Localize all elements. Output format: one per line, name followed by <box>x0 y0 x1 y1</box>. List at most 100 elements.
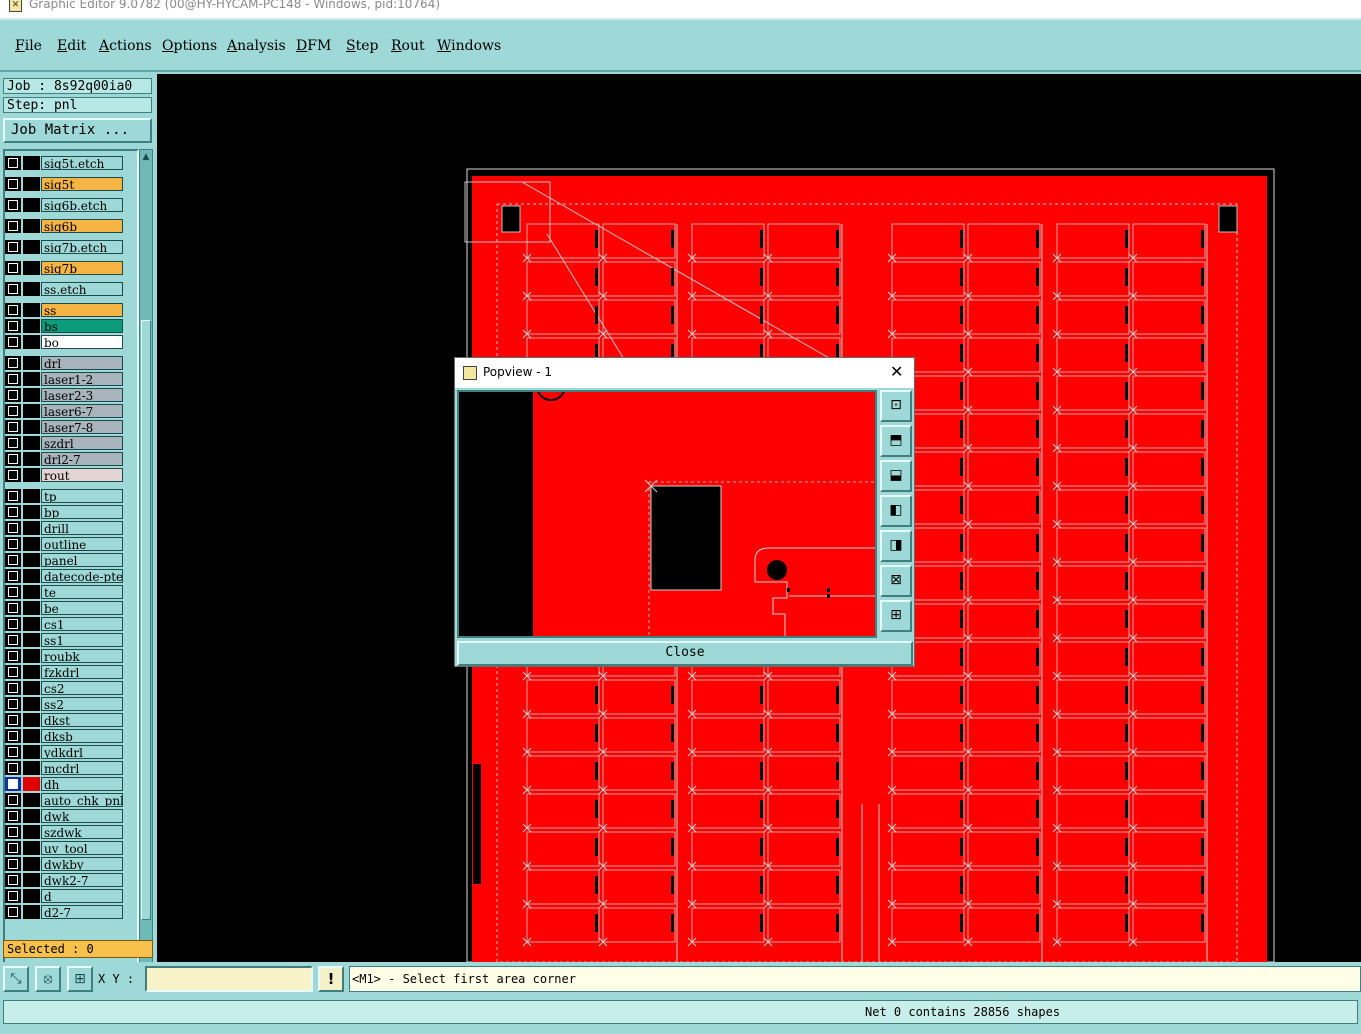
layer-checkbox[interactable] <box>5 585 21 599</box>
layer-checkbox[interactable] <box>5 617 21 631</box>
job-matrix-button[interactable]: Job Matrix ... <box>3 118 152 143</box>
layer-checkbox[interactable] <box>5 537 21 551</box>
layer-checkbox[interactable] <box>5 356 21 370</box>
layer-scrollbar[interactable]: ▲ ▼ <box>139 149 153 1000</box>
layer-name[interactable]: laser1-2 <box>41 372 123 386</box>
layer-checkbox[interactable] <box>5 404 21 418</box>
warning-button[interactable]: ! <box>318 966 344 992</box>
layer-checkbox[interactable] <box>5 420 21 434</box>
layer-name[interactable]: dkst <box>41 713 123 727</box>
menu-edit[interactable]: Edit <box>57 38 86 54</box>
menu-step[interactable]: Step <box>346 38 378 54</box>
layer-checkbox[interactable] <box>5 905 21 919</box>
layer-name[interactable]: dh <box>41 777 123 791</box>
layer-name[interactable]: dksb <box>41 729 123 743</box>
layer-checkbox[interactable] <box>5 649 21 663</box>
popview-canvas[interactable] <box>457 390 877 638</box>
pan-right-button[interactable]: ◨ <box>880 530 912 562</box>
zoom-out-button[interactable]: ⊠ <box>880 565 912 597</box>
layer-checkbox[interactable] <box>5 729 21 743</box>
layer-checkbox[interactable] <box>5 177 21 191</box>
menu-dfm[interactable]: DFM <box>296 38 331 54</box>
layer-name[interactable]: te <box>41 585 123 599</box>
layer-name[interactable]: laser2-3 <box>41 388 123 402</box>
menu-file[interactable]: File <box>15 38 42 54</box>
layer-name[interactable]: dwkby <box>41 857 123 871</box>
layer-checkbox[interactable] <box>5 569 21 583</box>
layer-checkbox[interactable] <box>5 219 21 233</box>
layer-checkbox[interactable] <box>5 468 21 482</box>
layer-checkbox[interactable] <box>5 303 21 317</box>
layer-checkbox[interactable] <box>5 665 21 679</box>
layer-name[interactable]: sig5t.etch <box>41 156 123 170</box>
layer-name[interactable]: panel <box>41 553 123 567</box>
layer-checkbox[interactable] <box>5 633 21 647</box>
snap-tool-icon[interactable]: ⦻ <box>35 966 61 992</box>
layer-checkbox[interactable] <box>5 505 21 519</box>
layer-checkbox[interactable] <box>5 240 21 254</box>
layer-name[interactable]: sig6b <box>41 219 123 233</box>
layer-name[interactable]: cs1 <box>41 617 123 631</box>
layer-checkbox[interactable] <box>5 388 21 402</box>
menu-windows[interactable]: Windows <box>437 38 501 54</box>
layer-name[interactable]: sig7b <box>41 261 123 275</box>
layer-checkbox[interactable] <box>5 793 21 807</box>
layer-checkbox[interactable] <box>5 809 21 823</box>
pan-down-button[interactable]: ⬓ <box>880 460 912 492</box>
menu-analysis[interactable]: Analysis <box>227 38 286 54</box>
layer-checkbox[interactable] <box>5 889 21 903</box>
layer-checkbox[interactable] <box>5 261 21 275</box>
layer-checkbox[interactable] <box>5 713 21 727</box>
menu-options[interactable]: Options <box>162 38 217 54</box>
layer-checkbox[interactable] <box>5 282 21 296</box>
layer-name[interactable]: sig6b.etch <box>41 198 123 212</box>
layer-name[interactable]: bs <box>41 319 123 333</box>
layer-checkbox[interactable] <box>5 436 21 450</box>
layer-checkbox[interactable] <box>5 873 21 887</box>
close-button[interactable]: Close <box>457 641 913 666</box>
layer-name[interactable]: auto_chk_pnl <box>41 793 123 807</box>
layer-name[interactable]: bp <box>41 505 123 519</box>
layer-checkbox[interactable] <box>5 777 21 791</box>
layer-name[interactable]: szdrl <box>41 436 123 450</box>
layer-name[interactable]: roubk <box>41 649 123 663</box>
layer-checkbox[interactable] <box>5 319 21 333</box>
xy-input[interactable] <box>145 966 313 992</box>
scroll-thumb[interactable] <box>141 320 151 920</box>
layer-checkbox[interactable] <box>5 681 21 695</box>
layer-name[interactable]: szdwk <box>41 825 123 839</box>
measure-tool-icon[interactable]: ⤡ <box>3 966 29 992</box>
layer-name[interactable]: sig7b.etch <box>41 240 123 254</box>
layer-checkbox[interactable] <box>5 489 21 503</box>
layer-checkbox[interactable] <box>5 553 21 567</box>
layer-name[interactable]: tp <box>41 489 123 503</box>
layer-name[interactable]: uv_tool <box>41 841 123 855</box>
layer-checkbox[interactable] <box>5 745 21 759</box>
layer-name[interactable]: ss <box>41 303 123 317</box>
menu-rout[interactable]: Rout <box>391 38 425 54</box>
layer-checkbox[interactable] <box>5 601 21 615</box>
layer-checkbox[interactable] <box>5 825 21 839</box>
layer-name[interactable]: dwk2-7 <box>41 873 123 887</box>
layer-name[interactable]: sig5t <box>41 177 123 191</box>
layer-checkbox[interactable] <box>5 335 21 349</box>
menu-actions[interactable]: Actions <box>99 38 152 54</box>
pan-left-button[interactable]: ◧ <box>880 495 912 527</box>
grid-tool-icon[interactable]: ⊞ <box>67 966 93 992</box>
zoom-in-button[interactable]: ⊞ <box>880 600 912 632</box>
zoom-home-button[interactable]: ⊡ <box>880 390 912 422</box>
layer-checkbox[interactable] <box>5 841 21 855</box>
close-icon[interactable]: ✕ <box>890 358 903 386</box>
layer-checkbox[interactable] <box>5 521 21 535</box>
pan-up-button[interactable]: ⬒ <box>880 425 912 457</box>
layer-name[interactable]: laser7-8 <box>41 420 123 434</box>
layer-name[interactable]: mcdrl <box>41 761 123 775</box>
layer-name[interactable]: drl2-7 <box>41 452 123 466</box>
layer-name[interactable]: fzkdrl <box>41 665 123 679</box>
layer-checkbox[interactable] <box>5 198 21 212</box>
layer-name[interactable]: rout <box>41 468 123 482</box>
layer-name[interactable]: be <box>41 601 123 615</box>
layer-name[interactable]: drl <box>41 356 123 370</box>
layer-checkbox[interactable] <box>5 857 21 871</box>
layer-checkbox[interactable] <box>5 372 21 386</box>
